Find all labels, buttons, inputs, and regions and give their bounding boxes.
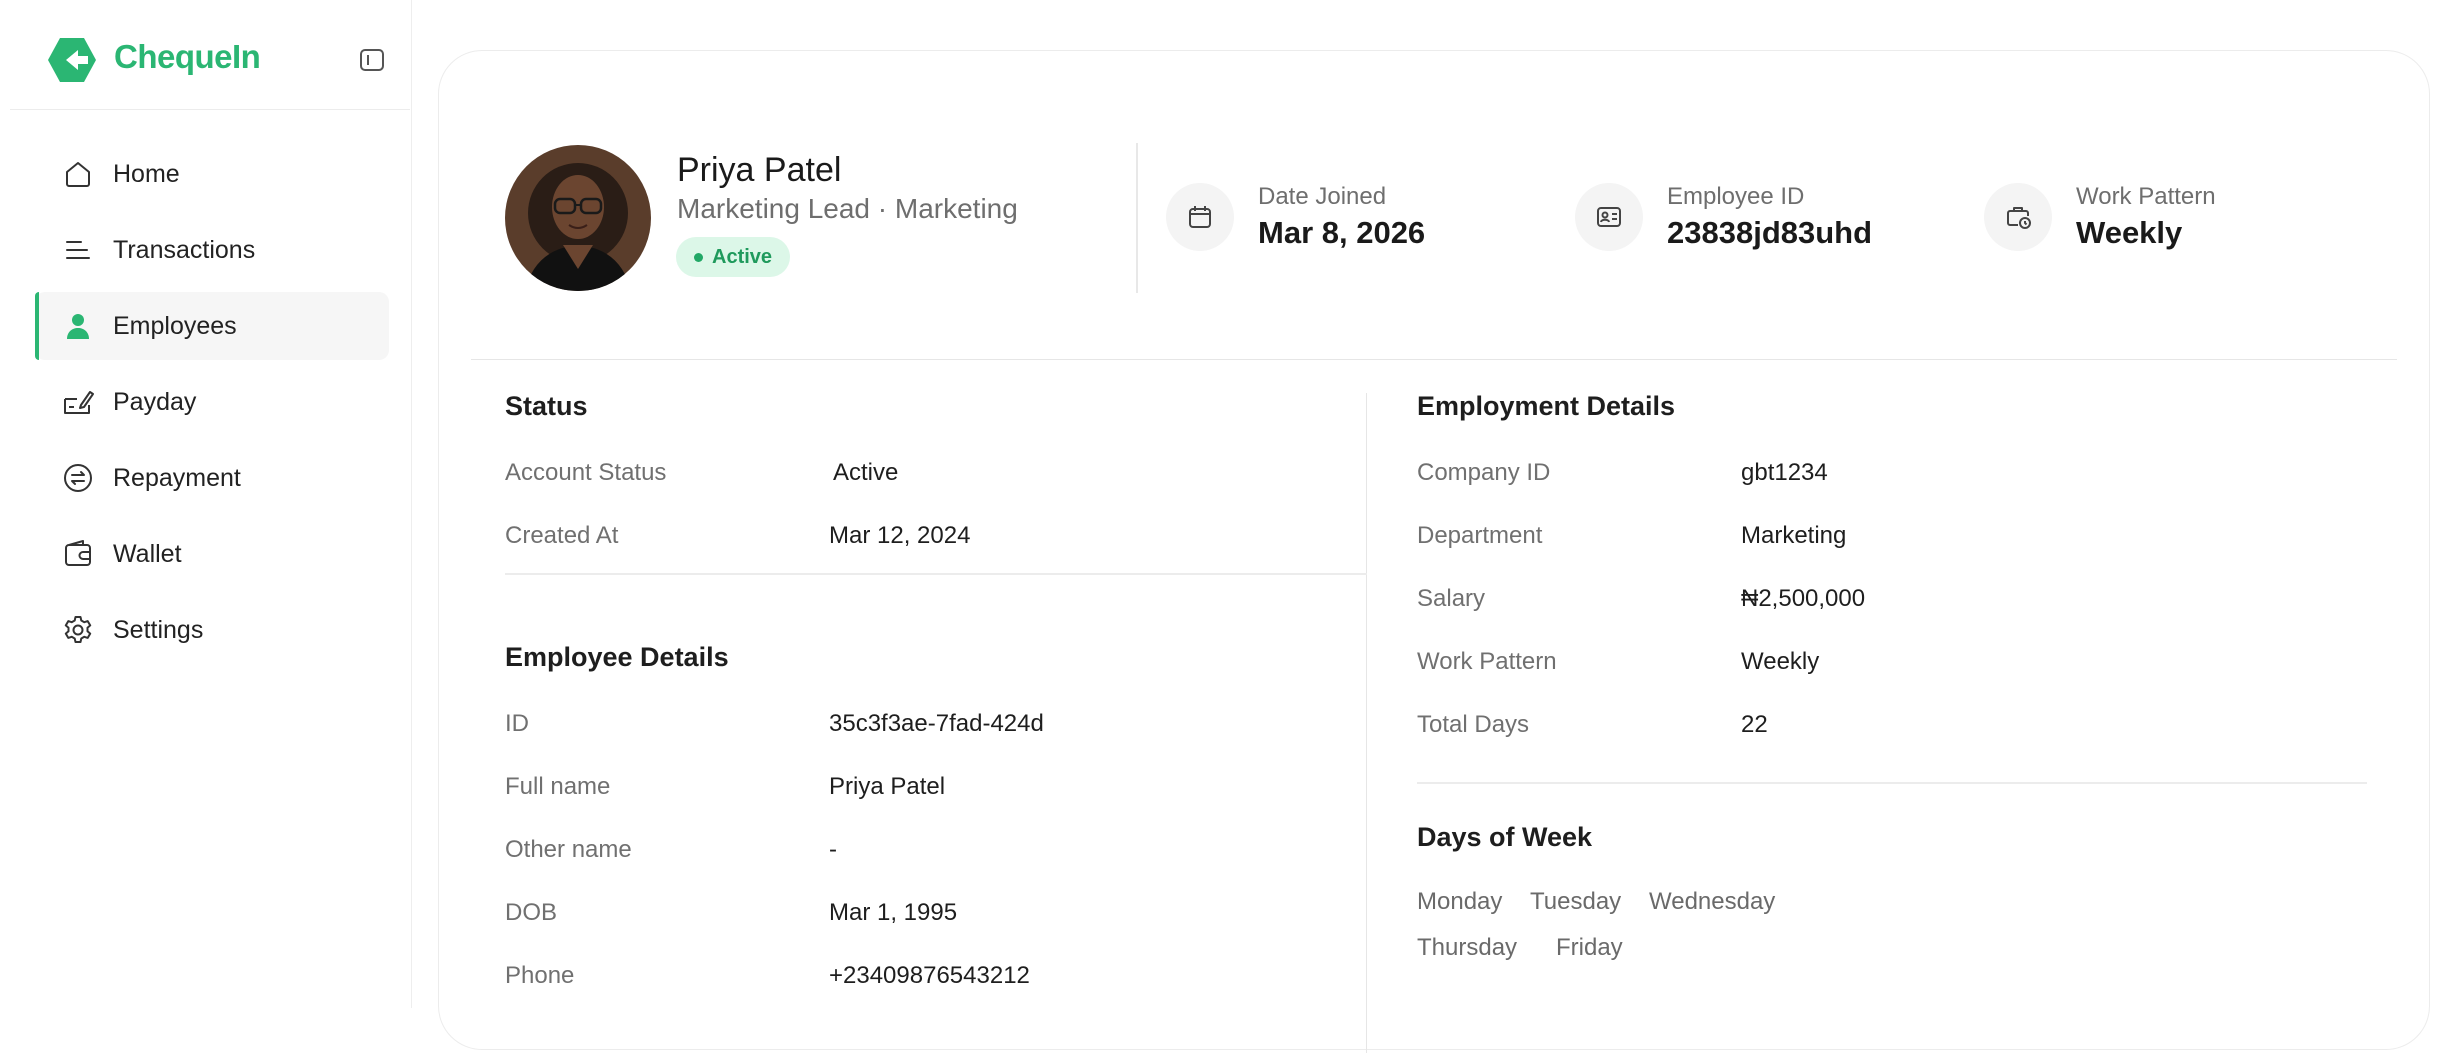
employment-label: Salary	[1417, 585, 1486, 612]
day-chip: Wednesday	[1649, 888, 1776, 915]
calendar-icon	[1189, 206, 1211, 228]
sidebar: ChequeIn Home Transactions Employees Pay…	[0, 0, 412, 1008]
created-at-label: Created At	[505, 522, 619, 549]
column-divider	[1366, 393, 1367, 1053]
user-icon	[67, 314, 89, 339]
day-chip: Thursday	[1417, 934, 1518, 961]
sidebar-item-settings[interactable]: Settings	[35, 596, 389, 664]
employee-role: Marketing Lead · Marketing	[677, 193, 1018, 224]
stat-icon-circle	[1575, 183, 1643, 251]
sidebar-item-label: Transactions	[113, 235, 256, 264]
id-card-icon	[1597, 207, 1621, 227]
gear-icon	[64, 616, 92, 643]
detail-value: -	[829, 836, 837, 863]
sidebar-item-home[interactable]: Home	[35, 140, 389, 208]
day-chip: Tuesday	[1530, 888, 1622, 915]
account-status-label: Account Status	[505, 459, 667, 486]
sidebar-item-label: Employees	[113, 311, 237, 340]
days-of-week-title: Days of Week	[1417, 822, 1593, 852]
sidebar-item-label: Repayment	[113, 463, 241, 492]
status-badge-label: Active	[712, 246, 773, 268]
day-chip: Monday	[1417, 888, 1503, 915]
brand-header: ChequeIn	[10, 0, 410, 110]
home-icon	[66, 162, 90, 187]
sidebar-nav: Home Transactions Employees Payday Repay…	[35, 140, 389, 672]
stat-label: Employee ID	[1667, 183, 1805, 210]
sidebar-item-transactions[interactable]: Transactions	[35, 216, 389, 284]
stat-value: Mar 8, 2026	[1258, 215, 1426, 250]
detail-value: 35c3f3ae-7fad-424d	[829, 710, 1044, 737]
detail-label: Phone	[505, 962, 575, 989]
briefcase-clock-icon	[2007, 207, 2031, 229]
status-dot	[694, 253, 703, 262]
employment-value: gbt1234	[1741, 459, 1828, 486]
employment-value: 22	[1741, 711, 1768, 738]
detail-value: Priya Patel	[829, 773, 946, 800]
status-section-title: Status	[505, 391, 588, 421]
brand-name: ChequeIn	[114, 38, 261, 75]
employment-label: Total Days	[1417, 711, 1530, 738]
employment-label: Work Pattern	[1417, 648, 1557, 675]
stat-label: Date Joined	[1258, 183, 1387, 210]
sidebar-item-payday[interactable]: Payday	[35, 368, 389, 436]
employee-name: Priya Patel	[677, 151, 842, 189]
status-divider	[505, 573, 1367, 575]
employment-value: Weekly	[1741, 648, 1820, 675]
stat-icon-circle	[1166, 183, 1234, 251]
employment-details-title: Employment Details	[1417, 391, 1676, 421]
sidebar-item-wallet[interactable]: Wallet	[35, 520, 389, 588]
detail-value: +23409876543212	[829, 962, 1030, 989]
detail-label: Full name	[505, 773, 611, 800]
sidebar-collapse-icon[interactable]	[358, 46, 386, 74]
status-badge: Active	[676, 237, 791, 277]
employment-value: ₦2,500,000	[1741, 585, 1866, 612]
avatar	[505, 145, 651, 291]
stat-icon-circle	[1984, 183, 2052, 251]
detail-value: Mar 1, 1995	[829, 899, 958, 926]
sidebar-item-employees[interactable]: Employees	[35, 292, 389, 360]
employment-label: Company ID	[1417, 459, 1551, 486]
day-chip: Friday	[1556, 934, 1623, 961]
chequein-logo-icon[interactable]	[48, 38, 96, 82]
sidebar-item-label: Payday	[113, 387, 197, 416]
section-divider	[471, 359, 2397, 360]
employee-detail-card: Priya Patel Marketing Lead · Marketing A…	[438, 50, 2430, 1053]
employment-label: Department	[1417, 522, 1543, 549]
list-icon	[66, 241, 90, 259]
sidebar-item-repayment[interactable]: Repayment	[35, 444, 389, 512]
employment-divider	[1417, 782, 2367, 784]
cheque-icon	[64, 391, 94, 414]
stat-value: Weekly	[2076, 215, 2183, 250]
employee-details-title: Employee Details	[505, 642, 729, 672]
stat-value: 23838jd83uhd	[1667, 215, 1873, 250]
sidebar-item-label: Wallet	[113, 539, 182, 568]
repayment-icon	[64, 464, 92, 492]
detail-label: Other name	[505, 836, 632, 863]
detail-label: ID	[505, 710, 529, 737]
employment-value: Marketing	[1741, 522, 1847, 549]
sidebar-item-label: Settings	[113, 615, 204, 644]
stat-label: Work Pattern	[2076, 183, 2216, 210]
detail-label: DOB	[505, 899, 558, 926]
sidebar-item-label: Home	[113, 159, 180, 188]
wallet-icon	[65, 540, 91, 566]
created-at-value: Mar 12, 2024	[829, 522, 971, 549]
header-divider	[1136, 143, 1138, 293]
account-status-value: Active	[833, 459, 899, 486]
